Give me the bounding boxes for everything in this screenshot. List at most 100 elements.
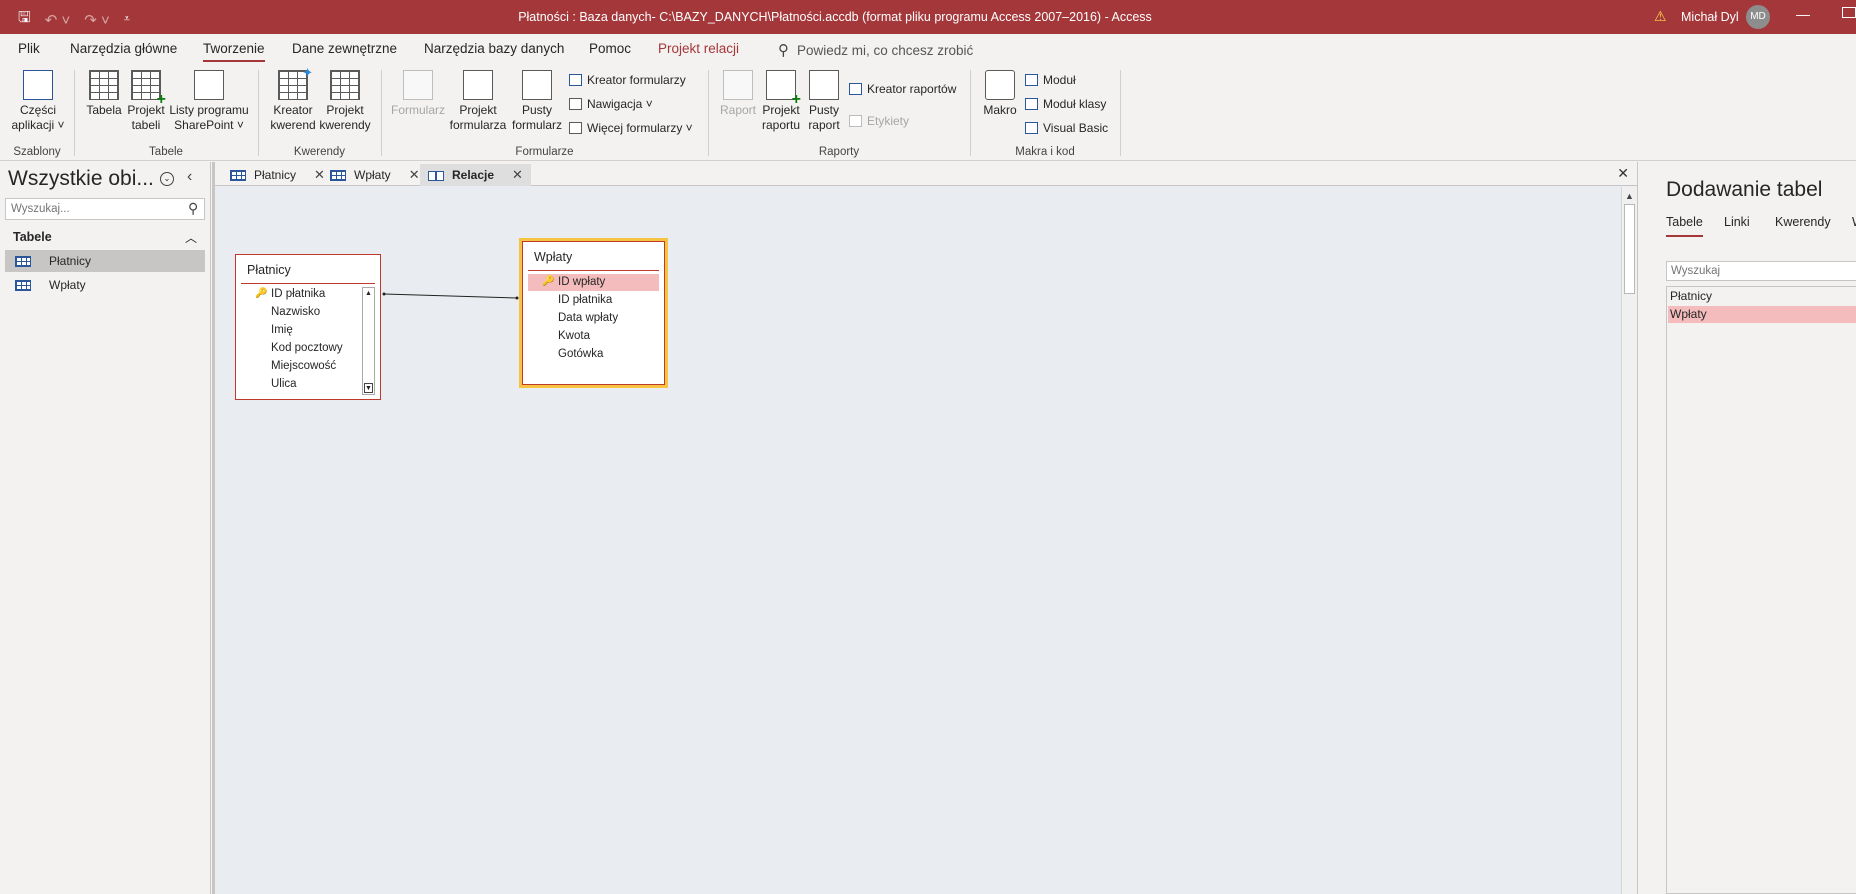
field-ulica[interactable]: Ulica xyxy=(271,378,297,390)
pusty-formularz-button[interactable]: Pusty formularz xyxy=(510,70,564,133)
group-label-tabele: Tabele xyxy=(149,146,183,158)
tab-tabele[interactable]: Tabele xyxy=(1666,215,1703,237)
nav-item-platnicy[interactable]: Płatnicy xyxy=(5,250,205,272)
table-scrollbar[interactable]: ▲ ▼ xyxy=(362,287,375,395)
navigation-pane: Wszystkie obi... ⌄ ‹ ⚲ Tabele ︿ Płatnicy… xyxy=(0,162,211,894)
avatar[interactable]: MD xyxy=(1746,5,1770,29)
pusty-raport-button[interactable]: Pusty raport xyxy=(804,70,844,133)
projekt-raportu-button[interactable]: Projektraportu xyxy=(760,70,802,133)
form-design-icon xyxy=(463,70,493,100)
field-gotowka[interactable]: Gotówka xyxy=(558,348,603,360)
kreator-raportow-button[interactable]: Kreator raportów xyxy=(849,82,956,96)
scroll-up-icon[interactable]: ▲ xyxy=(1625,191,1634,201)
table-icon xyxy=(15,279,31,291)
makro-button[interactable]: Makro xyxy=(980,70,1020,118)
nav-search-input[interactable] xyxy=(5,198,205,220)
tab-kwerendy[interactable]: Kwerendy xyxy=(1775,215,1831,229)
field-id-wplaty[interactable]: ID wpłaty xyxy=(558,276,605,288)
class-module-icon xyxy=(1025,98,1038,110)
add-tables-search-input[interactable] xyxy=(1666,261,1856,281)
search-icon[interactable]: ⚲ xyxy=(188,200,198,217)
nav-group-label: Tabele xyxy=(13,230,52,244)
macro-icon xyxy=(985,70,1015,100)
kreator-formularzy-button[interactable]: Kreator formularzy xyxy=(569,73,686,87)
query-design-icon xyxy=(330,70,360,100)
field-miejscowosc[interactable]: Miejscowość xyxy=(271,360,336,372)
table-box-wplaty[interactable]: Wpłaty 🔑 ID wpłaty ID płatnika Data wpła… xyxy=(522,241,665,385)
group-label-kwerendy: Kwerendy xyxy=(293,146,346,158)
field-id-platnika[interactable]: ID płatnika xyxy=(558,294,612,306)
scroll-thumb[interactable] xyxy=(1624,204,1635,294)
kreator-kwerend-button[interactable]: Kreatorkwerend xyxy=(268,65,318,133)
tab-dane-zewnetrzne[interactable]: Dane zewnętrzne xyxy=(292,41,397,56)
tell-me-box[interactable]: ⚲ Powiedz mi, co chcesz zrobić xyxy=(778,41,973,59)
form-icon xyxy=(403,70,433,100)
nav-item-wplaty[interactable]: Wpłaty xyxy=(5,274,205,296)
tab-narzedzia-bazy-danych[interactable]: Narzędzia bazy danych xyxy=(424,41,564,56)
chevron-down-icon[interactable]: ⌄ xyxy=(160,172,174,186)
raport-button[interactable]: Raport xyxy=(716,70,760,118)
field-kod-pocztowy[interactable]: Kod pocztowy xyxy=(271,342,343,354)
application-parts-icon xyxy=(23,70,53,100)
tab-wszystkie[interactable]: W xyxy=(1852,215,1856,229)
modul-button[interactable]: Moduł xyxy=(1025,73,1076,87)
field-kwota[interactable]: Kwota xyxy=(558,330,590,342)
nav-group-tabele[interactable]: Tabele ︿ xyxy=(5,227,205,249)
relationships-document: Płatnicy ✕ Wpłaty ✕ Relacje ✕ ✕ Płatnicy 🔑 … xyxy=(212,162,1637,894)
scroll-down-icon[interactable]: ▼ xyxy=(364,383,373,393)
more-forms-icon xyxy=(569,122,582,134)
modul-klasy-button[interactable]: Moduł klasy xyxy=(1025,97,1106,111)
search-icon: ⚲ xyxy=(778,42,789,59)
scroll-up-icon[interactable]: ▲ xyxy=(364,289,373,299)
table-box-platnicy[interactable]: Płatnicy 🔑 ID płatnika Nazwisko Imię Kod… xyxy=(235,254,381,400)
tab-linki[interactable]: Linki xyxy=(1724,215,1750,229)
table-title[interactable]: Płatnicy xyxy=(247,263,291,277)
visual-basic-button[interactable]: Visual Basic xyxy=(1025,121,1108,135)
list-item-wplaty[interactable]: Wpłaty xyxy=(1668,306,1856,323)
projekt-tabeli-button[interactable]: Projekttabeli xyxy=(125,70,167,133)
key-icon: 🔑 xyxy=(255,288,268,299)
maximize-button[interactable] xyxy=(1842,7,1856,18)
formularz-button[interactable]: Formularz xyxy=(388,70,448,118)
sharepoint-lists-icon xyxy=(194,70,224,100)
module-icon xyxy=(1025,74,1038,86)
report-icon xyxy=(723,70,753,100)
labels-icon xyxy=(849,115,862,127)
report-wizard-icon xyxy=(849,83,862,95)
tab-plik[interactable]: Plik xyxy=(18,41,40,56)
relationship-line[interactable] xyxy=(215,162,1620,894)
title-bar: 🖫 ↶ ˅ ↷ ˅ ⩡ Płatności : Baza danych- C:\… xyxy=(0,0,1856,34)
table-title[interactable]: Wpłaty xyxy=(534,250,572,264)
czesci-aplikacji-button[interactable]: Części aplikacji ˅ xyxy=(10,70,66,133)
wiecej-formularzy-button[interactable]: Więcej formularzy ˅ xyxy=(569,121,693,135)
tab-pomoc[interactable]: Pomoc xyxy=(589,41,631,56)
field-id-platnika[interactable]: ID płatnika xyxy=(271,288,325,300)
etykiety-button[interactable]: Etykiety xyxy=(849,114,909,128)
window-title: Płatności : Baza danych- C:\BAZY_DANYCH\… xyxy=(518,10,1152,24)
tab-narzedzia-glowne[interactable]: Narzędzia główne xyxy=(70,41,177,56)
group-label-makra-i-kod: Makra i kod xyxy=(1015,146,1075,158)
list-item-platnicy[interactable]: Płatnicy xyxy=(1668,288,1856,305)
field-nazwisko[interactable]: Nazwisko xyxy=(271,306,320,318)
user-name[interactable]: Michał Dyl xyxy=(1681,10,1739,24)
minimize-button[interactable]: — xyxy=(1796,6,1810,22)
tab-tworzenie[interactable]: Tworzenie xyxy=(203,41,265,62)
table-icon xyxy=(89,70,119,100)
blank-form-icon xyxy=(522,70,552,100)
warning-icon[interactable]: ⚠ xyxy=(1654,8,1667,25)
visual-basic-icon xyxy=(1025,122,1038,134)
collapse-pane-icon[interactable]: ‹ xyxy=(187,168,192,186)
tab-projekt-relacji[interactable]: Projekt relacji xyxy=(658,41,739,56)
projekt-formularza-button[interactable]: Projekt formularza xyxy=(448,70,508,133)
report-design-icon xyxy=(766,70,801,107)
form-wizard-icon xyxy=(569,74,582,86)
field-data-wplaty[interactable]: Data wpłaty xyxy=(558,312,618,324)
nav-title[interactable]: Wszystkie obi... xyxy=(8,167,154,191)
field-imie[interactable]: Imię xyxy=(271,324,293,336)
table-icon xyxy=(15,255,31,267)
nawigacja-button[interactable]: Nawigacja ˅ xyxy=(569,97,653,111)
listy-sharepoint-button[interactable]: Listy programu SharePoint ˅ xyxy=(168,70,250,133)
projekt-kwerendy-button[interactable]: Projekt kwerendy xyxy=(318,70,372,133)
vertical-scrollbar[interactable]: ▲ xyxy=(1621,187,1637,894)
tabela-button[interactable]: Tabela xyxy=(84,70,124,118)
